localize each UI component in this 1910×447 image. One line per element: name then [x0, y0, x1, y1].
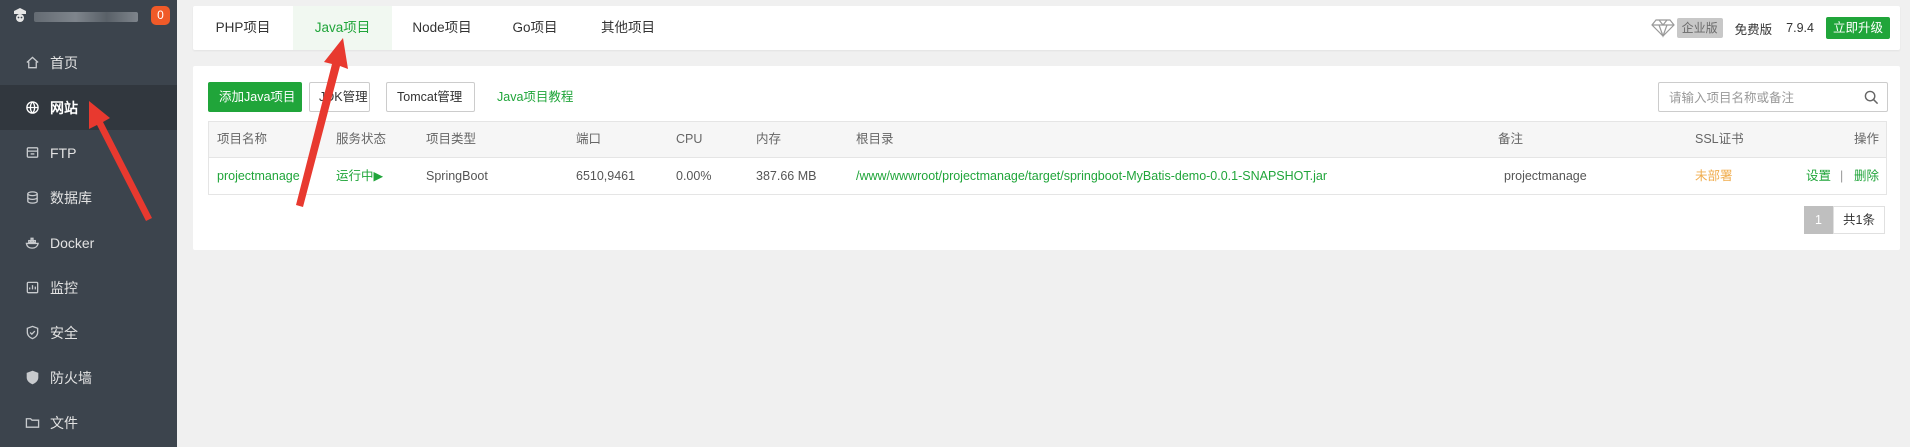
server-name-blurred [34, 12, 138, 22]
sidebar: 0 首页 网站 FTP 数据库 Docker 监控 安全 防火墙 文件 [0, 0, 177, 447]
sidebar-item-label: 文件 [50, 414, 78, 431]
tab-go[interactable]: Go项目 [492, 6, 578, 50]
col-actions: 操作 [1854, 132, 1880, 146]
col-memory: 内存 [756, 132, 782, 146]
diamond-icon [1650, 19, 1675, 38]
sidebar-item-database[interactable]: 数据库 [0, 175, 177, 220]
sidebar-item-label: 数据库 [50, 189, 92, 206]
col-project-name[interactable]: 项目名称 [217, 122, 267, 157]
settings-link[interactable]: 设置 [1806, 158, 1831, 194]
ftp-icon [24, 145, 40, 161]
col-note: 备注 [1498, 132, 1524, 146]
sidebar-item-monitor[interactable]: 监控 [0, 265, 177, 310]
sidebar-item-label: FTP [50, 144, 77, 161]
sidebar-item-security[interactable]: 安全 [0, 310, 177, 355]
search-input[interactable] [1667, 84, 1861, 112]
java-tutorial-link[interactable]: Java项目教程 [497, 82, 573, 112]
sidebar-item-label: 监控 [50, 279, 78, 296]
search-icon[interactable] [1864, 90, 1879, 105]
tab-node[interactable]: Node项目 [392, 6, 492, 50]
globe-icon [24, 100, 40, 116]
tomcat-manage-button[interactable]: Tomcat管理 [386, 82, 475, 112]
logo-icon [14, 8, 26, 22]
monitor-icon [24, 280, 40, 296]
delete-link[interactable]: 删除 [1854, 158, 1879, 194]
col-project-type: 项目类型 [426, 132, 477, 146]
sidebar-item-label: 安全 [50, 324, 78, 341]
note-value[interactable]: projectmanage [1504, 158, 1587, 194]
sidebar-item-home[interactable]: 首页 [0, 40, 177, 85]
col-port: 端口 [576, 132, 602, 146]
col-cpu: CPU [676, 132, 703, 146]
sidebar-item-website[interactable]: 网站 [0, 85, 177, 130]
status-running[interactable]: 运行中▶ [336, 158, 383, 194]
docker-icon [24, 235, 40, 251]
project-type-tabs: PHP项目 Java项目 Node项目 Go项目 其他项目 企业版 免费版 7.… [193, 6, 1900, 50]
col-ssl: SSL证书 [1695, 132, 1744, 146]
project-panel: 添加Java项目 JDK管理 Tomcat管理 Java项目教程 项目名称 服务… [193, 66, 1900, 250]
free-edition-label: 免费版 [1734, 22, 1773, 37]
action-separator: | [1840, 169, 1844, 183]
tab-other[interactable]: 其他项目 [578, 6, 678, 50]
sidebar-item-ftp[interactable]: FTP [0, 130, 177, 175]
port-value: 6510,9461 [576, 169, 636, 183]
folder-icon [24, 415, 40, 431]
logo-bar: 0 [0, 0, 177, 40]
sidebar-item-files[interactable]: 文件 [0, 400, 177, 445]
table-row: projectmanage 运行中▶ SpringBoot 6510,9461 … [209, 158, 1886, 194]
upgrade-button[interactable]: 立即升级 [1825, 17, 1890, 39]
sidebar-item-label: Docker [50, 234, 95, 251]
sidebar-item-label: 网站 [50, 99, 78, 116]
jdk-manage-button[interactable]: JDK管理 [309, 82, 370, 112]
project-type: SpringBoot [426, 169, 488, 183]
version-area: 企业版 免费版 7.9.4 立即升级 [1650, 16, 1890, 40]
pagination: 1 共1条 [1804, 206, 1885, 234]
root-dir-link[interactable]: /www/wwwroot/projectmanage/target/spring… [856, 158, 1327, 194]
col-service-status: 服务状态 [336, 132, 387, 146]
tab-java[interactable]: Java项目 [293, 6, 392, 50]
sidebar-item-firewall[interactable]: 防火墙 [0, 355, 177, 400]
tab-php[interactable]: PHP项目 [193, 6, 293, 50]
enterprise-badge[interactable]: 企业版 [1676, 18, 1723, 38]
version-number: 7.9.4 [1786, 21, 1814, 35]
sidebar-item-label: 首页 [50, 54, 78, 71]
sidebar-item-label: 防火墙 [50, 369, 92, 386]
cpu-value: 0.00% [676, 169, 712, 183]
search-box [1658, 82, 1888, 112]
notification-badge[interactable]: 0 [151, 6, 170, 25]
home-icon [24, 55, 40, 71]
shield-icon [24, 325, 40, 341]
page-current[interactable]: 1 [1804, 206, 1833, 234]
project-table: 项目名称 服务状态 项目类型 端口 CPU 内存 根目录 备注 SSL证书 操作… [208, 121, 1887, 195]
project-name-link[interactable]: projectmanage [217, 158, 300, 194]
col-root-dir: 根目录 [856, 132, 894, 146]
sidebar-item-docker[interactable]: Docker [0, 220, 177, 265]
table-header: 项目名称 服务状态 项目类型 端口 CPU 内存 根目录 备注 SSL证书 操作 [209, 122, 1886, 158]
ssl-status[interactable]: 未部署 [1695, 158, 1733, 194]
page-total: 共1条 [1833, 206, 1885, 234]
memory-value: 387.66 MB [756, 169, 817, 183]
database-icon [24, 190, 40, 206]
firewall-icon [24, 370, 40, 386]
add-java-project-button[interactable]: 添加Java项目 [208, 82, 302, 112]
